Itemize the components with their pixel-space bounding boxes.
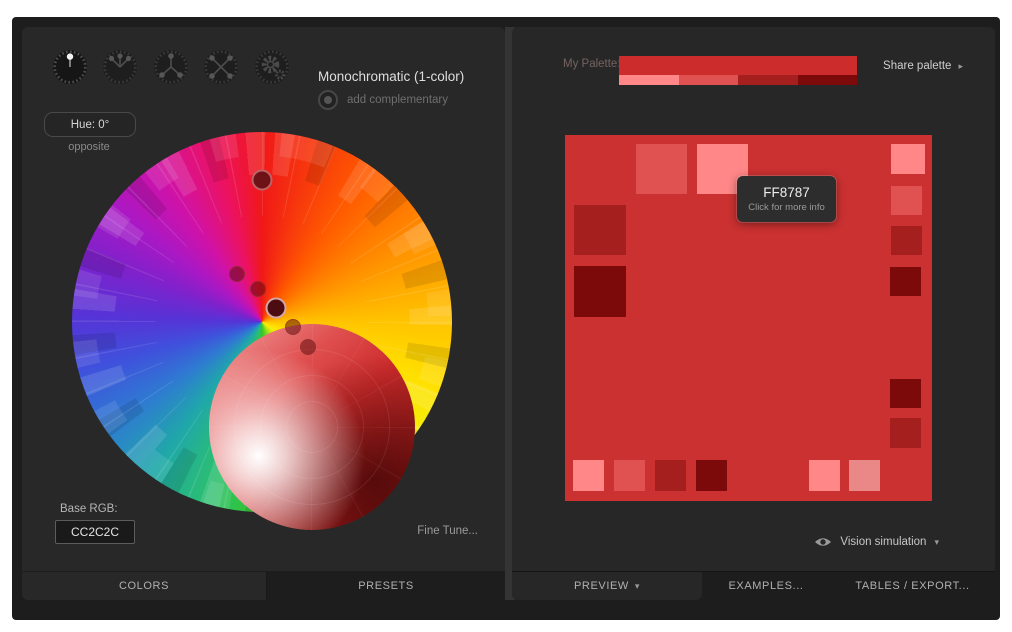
tooltip-hint: Click for more info — [748, 202, 825, 213]
preview-square[interactable] — [891, 186, 922, 215]
tab-tables-export[interactable]: TABLES / EXPORT... — [830, 572, 995, 600]
adjacent-knob-icon — [101, 48, 139, 86]
preview-square[interactable] — [891, 144, 925, 174]
palette-swatch-row — [619, 75, 857, 85]
monochromatic-knob-icon — [51, 48, 89, 86]
preview-panel: My Palette: Share palette ▸ FF8787 Click… — [512, 27, 995, 600]
scheme-panel: Monochromatic (1-color) add complementar… — [22, 27, 505, 600]
wheel-marker-selected[interactable] — [266, 298, 287, 319]
hue-marker[interactable] — [252, 170, 273, 191]
preview-square[interactable] — [849, 460, 880, 491]
scheme-knob-triad[interactable] — [152, 48, 190, 86]
color-tooltip[interactable]: FF8787 Click for more info — [737, 176, 836, 222]
tab-colors[interactable]: COLORS — [22, 572, 266, 600]
preview-square[interactable] — [696, 460, 727, 491]
base-rgb-input[interactable] — [55, 520, 135, 544]
scheme-knob-monochromatic[interactable] — [51, 48, 89, 86]
palette-swatch[interactable] — [738, 75, 798, 85]
left-tab-bar: COLORS PRESETS — [22, 571, 505, 600]
opposite-link[interactable]: opposite — [44, 141, 134, 153]
preview-square[interactable] — [891, 226, 922, 255]
page: Monochromatic (1-color) add complementar… — [0, 0, 1012, 632]
preview-square[interactable] — [574, 266, 626, 317]
palette-swatch[interactable] — [619, 75, 679, 85]
preview-square[interactable] — [574, 205, 626, 255]
caret-right-icon: ▸ — [958, 61, 963, 72]
preview-square[interactable] — [636, 144, 687, 194]
palette-strip[interactable] — [619, 56, 857, 85]
preview-square[interactable] — [573, 460, 604, 491]
eye-icon — [814, 536, 832, 548]
caret-down-icon: ▾ — [635, 581, 640, 592]
scheme-title: Monochromatic (1-color) — [318, 69, 464, 84]
palette-swatch[interactable] — [798, 75, 858, 85]
wheel-marker[interactable] — [285, 319, 301, 335]
base-rgb-label: Base RGB: — [60, 503, 118, 515]
share-palette-label: Share palette — [883, 60, 951, 72]
tab-preview[interactable]: PREVIEW ▾ — [512, 572, 702, 600]
add-complementary-toggle[interactable] — [318, 90, 338, 110]
tetrad-knob-icon — [202, 48, 240, 86]
preview-square[interactable] — [890, 267, 921, 296]
my-palette-label: My Palette: — [563, 58, 621, 70]
fine-tune-link[interactable]: Fine Tune... — [417, 525, 478, 537]
scheme-knob-freestyle[interactable] — [253, 48, 291, 86]
preview-square[interactable] — [809, 460, 840, 491]
wheel-marker[interactable] — [229, 266, 245, 282]
preview-square[interactable] — [655, 460, 686, 491]
caret-down-icon: ▾ — [934, 537, 939, 548]
triad-knob-icon — [152, 48, 190, 86]
palette-swatch[interactable] — [679, 75, 739, 85]
preview-square[interactable] — [890, 379, 921, 408]
wheel-marker[interactable] — [250, 281, 266, 297]
tab-presets[interactable]: PRESETS — [266, 572, 505, 600]
palette-base-bar — [619, 56, 857, 75]
vision-simulation-dropdown[interactable]: Vision simulation ▾ — [814, 536, 939, 548]
tab-preview-label: PREVIEW — [574, 580, 629, 592]
preview-square[interactable] — [890, 418, 921, 448]
hue-value-box[interactable]: Hue: 0° — [44, 112, 136, 137]
gear-icon — [253, 48, 291, 86]
wheel-marker[interactable] — [300, 339, 316, 355]
app-window: Monochromatic (1-color) add complementar… — [12, 17, 1000, 620]
scheme-knob-tetrad[interactable] — [202, 48, 240, 86]
saturation-brightness-disc[interactable] — [209, 324, 415, 530]
vision-simulation-label: Vision simulation — [840, 536, 926, 548]
share-palette-button[interactable]: Share palette ▸ — [883, 60, 963, 72]
scheme-knob-adjacent[interactable] — [101, 48, 139, 86]
preview-square[interactable] — [614, 460, 645, 491]
add-complementary-label: add complementary — [347, 94, 448, 106]
right-tab-bar: PREVIEW ▾ EXAMPLES... TABLES / EXPORT... — [512, 571, 995, 600]
tab-examples[interactable]: EXAMPLES... — [702, 572, 830, 600]
tooltip-hex-value: FF8787 — [763, 185, 810, 200]
